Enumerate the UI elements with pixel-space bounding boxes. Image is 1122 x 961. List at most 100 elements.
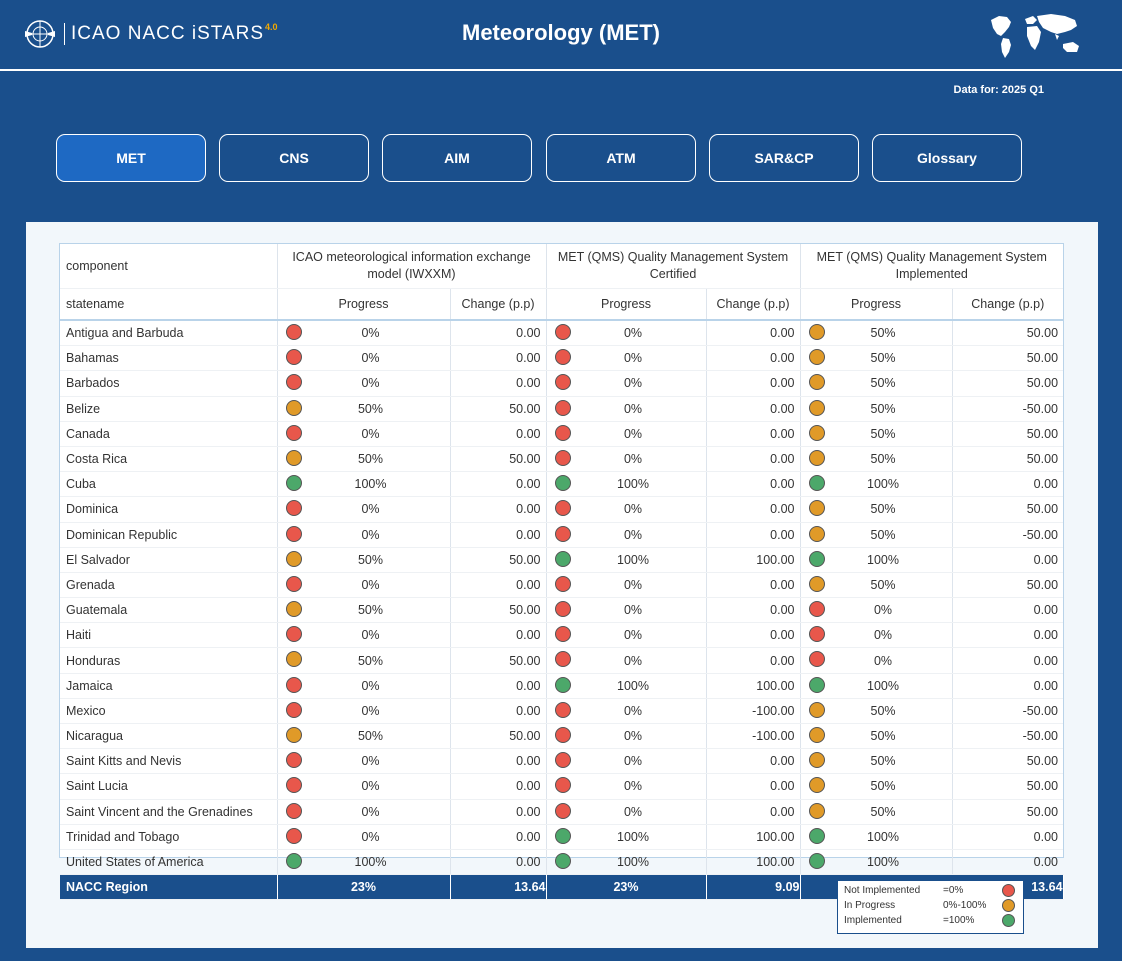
world-map-icon: [991, 14, 1079, 58]
legend-label: In Progress: [844, 900, 896, 911]
progress-cell: 0%: [546, 748, 707, 775]
table-row[interactable]: Dominican Republic 0% 0.00 0% 0.00 50% -50.00: [60, 522, 1064, 548]
progress-header[interactable]: Progress: [546, 288, 707, 321]
change-header[interactable]: Change (p.p): [952, 288, 1064, 321]
total-value: 13.64: [450, 874, 547, 901]
change-value: 0.00: [952, 471, 1064, 498]
amber-status-dot-icon: [808, 500, 825, 517]
state-name: Saint Kitts and Nevis: [60, 748, 278, 775]
tab-glossary[interactable]: Glossary: [872, 134, 1022, 182]
tab-atm[interactable]: ATM: [546, 134, 696, 182]
group-header-qms-certified[interactable]: MET (QMS) Quality Management System Cert…: [546, 244, 801, 289]
change-header[interactable]: Change (p.p): [706, 288, 801, 321]
table-row[interactable]: Guatemala 50% 50.00 0% 0.00 0% 0.00: [60, 597, 1064, 624]
table-row[interactable]: United States of America 100% 0.00 100% 100.…: [60, 849, 1064, 876]
change-value: 50.00: [952, 748, 1064, 775]
tab-aim[interactable]: AIM: [382, 134, 532, 182]
green-status-dot-icon: [554, 852, 571, 869]
table-row[interactable]: Saint Vincent and the Grenadines 0% 0.00 0%…: [60, 799, 1064, 825]
progress-header[interactable]: Progress: [800, 288, 953, 321]
progress-cell: 0%: [546, 345, 707, 372]
amber-status-dot-icon: [285, 651, 302, 668]
red-status-dot-icon: [554, 500, 571, 517]
statename-header[interactable]: statename: [60, 288, 278, 321]
change-value: 0.00: [450, 572, 547, 599]
change-value: 100.00: [706, 547, 801, 573]
met-matrix-table[interactable]: component ICAO meteorological informatio…: [59, 243, 1064, 901]
table-row[interactable]: Trinidad and Tobago 0% 0.00 100% 100.00 100% 0…: [60, 824, 1064, 850]
table-row[interactable]: Haiti 0% 0.00 0% 0.00 0% 0.00: [60, 622, 1064, 649]
red-status-dot-icon: [554, 701, 571, 718]
red-status-dot-icon: [285, 349, 302, 366]
group-header-iwxxm[interactable]: ICAO meteorological information exchange…: [277, 244, 547, 289]
amber-status-dot-icon: [808, 324, 825, 340]
table-row[interactable]: Costa Rica 50% 50.00 0% 0.00 50% 50.00: [60, 446, 1064, 473]
table-row[interactable]: Barbados 0% 0.00 0% 0.00 50% 50.00: [60, 370, 1064, 397]
tab-cns[interactable]: CNS: [219, 134, 369, 182]
table-row[interactable]: Cuba 100% 0.00 100% 0.00 100% 0.00: [60, 471, 1064, 498]
table-row[interactable]: Nicaragua 50% 50.00 0% -100.00 50% -50.00: [60, 723, 1064, 750]
legend-item: Not Implemented =0%: [844, 884, 1019, 898]
legend-range: =100%: [943, 915, 975, 926]
progress-cell: 50%: [800, 773, 953, 800]
red-status-dot-icon: [285, 752, 302, 769]
change-value: 0.00: [952, 673, 1064, 699]
table-row[interactable]: Mexico 0% 0.00 0% -100.00 50% -50.00: [60, 698, 1064, 725]
change-header[interactable]: Change (p.p): [450, 288, 547, 321]
table-row[interactable]: Belize 50% 50.00 0% 0.00 50% -50.00: [60, 396, 1064, 422]
table-row[interactable]: Honduras 50% 50.00 0% 0.00 0% 0.00: [60, 647, 1064, 674]
progress-cell: 50%: [800, 320, 953, 347]
progress-cell: 0%: [277, 824, 451, 850]
green-status-dot-icon: [808, 827, 825, 844]
tab-met[interactable]: MET: [56, 134, 206, 182]
tab-sar-cp[interactable]: SAR&CP: [709, 134, 859, 182]
progress-value: 0%: [361, 326, 380, 341]
amber-status-dot-icon: [808, 575, 825, 592]
table-row[interactable]: El Salvador 50% 50.00 100% 100.00 100% 0.00: [60, 547, 1064, 573]
progress-value: 0%: [361, 779, 380, 794]
total-value: 9.09: [706, 874, 801, 901]
total-value: 23%: [546, 874, 707, 901]
green-status-dot-icon: [554, 475, 571, 492]
change-value: -100.00: [706, 698, 801, 725]
change-value: 50.00: [952, 320, 1064, 347]
table-row[interactable]: Grenada 0% 0.00 0% 0.00 50% 50.00: [60, 572, 1064, 599]
table-row[interactable]: Saint Lucia 0% 0.00 0% 0.00 50% 50.00: [60, 773, 1064, 800]
tab-label: ATM: [606, 150, 636, 166]
amber-status-dot-icon: [808, 727, 825, 743]
change-value: 0.00: [450, 622, 547, 649]
legend-label: Implemented: [844, 915, 902, 926]
state-name: Haiti: [60, 622, 278, 649]
progress-value: 0%: [361, 804, 380, 819]
progress-value: 0%: [361, 754, 380, 769]
progress-cell: 0%: [277, 673, 451, 699]
progress-value: 0%: [361, 376, 380, 391]
table-row[interactable]: Bahamas 0% 0.00 0% 0.00 50% 50.00: [60, 345, 1064, 372]
red-status-dot-icon: [554, 324, 571, 340]
red-status-dot-icon: [285, 324, 302, 340]
red-status-dot-icon: [285, 701, 302, 718]
table-row[interactable]: Saint Kitts and Nevis 0% 0.00 0% 0.00 50% 50.0…: [60, 748, 1064, 775]
progress-cell: 0%: [546, 597, 707, 624]
progress-cell: 50%: [277, 597, 451, 624]
group-header-qms-implemented[interactable]: MET (QMS) Quality Management System Impl…: [800, 244, 1064, 289]
progress-header[interactable]: Progress: [277, 288, 451, 321]
progress-cell: 50%: [277, 647, 451, 674]
state-name: Cuba: [60, 471, 278, 498]
change-value: 0.00: [706, 446, 801, 473]
red-status-dot-icon: [554, 525, 571, 542]
change-value: -100.00: [706, 723, 801, 750]
progress-cell: 0%: [277, 698, 451, 725]
amber-status-dot-icon: [808, 424, 825, 441]
progress-cell: 50%: [800, 572, 953, 599]
table-row[interactable]: Canada 0% 0.00 0% 0.00 50% 50.00: [60, 421, 1064, 447]
amber-status-dot-icon: [808, 802, 825, 819]
table-row[interactable]: Antigua and Barbuda 0% 0.00 0% 0.00 50% 50.00: [60, 320, 1064, 347]
change-value: -50.00: [952, 396, 1064, 422]
progress-value: 0%: [361, 502, 380, 517]
state-name: Costa Rica: [60, 446, 278, 473]
table-row[interactable]: Dominica 0% 0.00 0% 0.00 50% 50.00: [60, 496, 1064, 523]
table-row[interactable]: Jamaica 0% 0.00 100% 100.00 100% 0.00: [60, 673, 1064, 699]
change-value: 50.00: [952, 496, 1064, 523]
state-name: Barbados: [60, 370, 278, 397]
